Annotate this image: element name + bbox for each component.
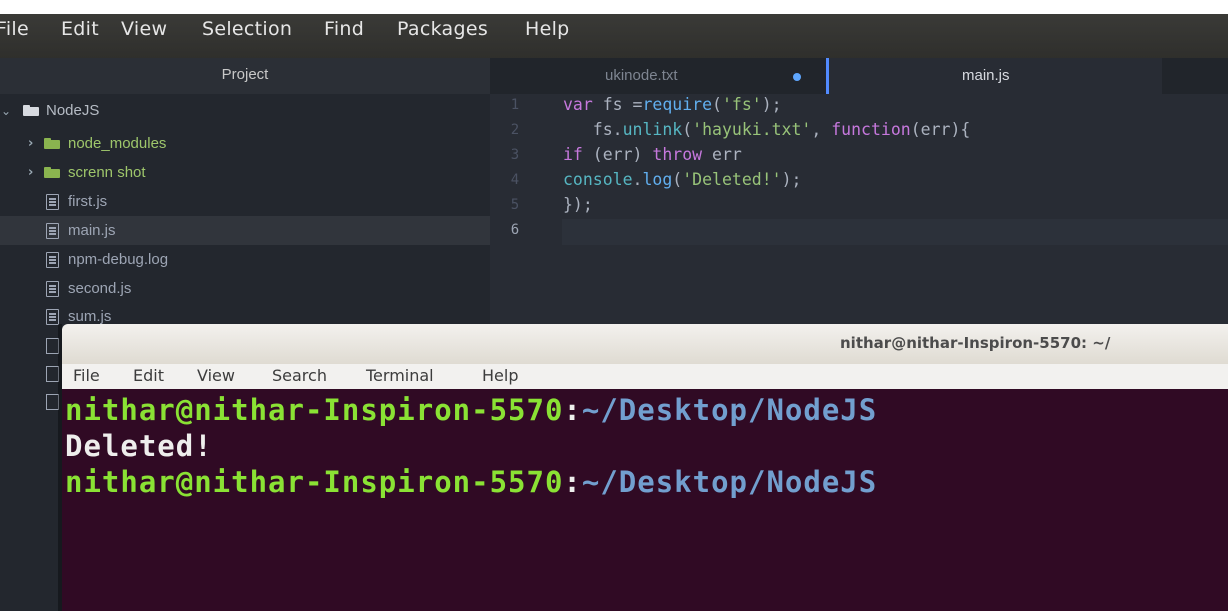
code-token: 'fs'	[721, 95, 762, 114]
chevron-right-icon: ›	[28, 136, 34, 151]
folder-icon	[23, 105, 39, 116]
tree-item-label: first.js	[68, 193, 108, 210]
code-line-2: fs.unlink('hayuki.txt', function(err){	[563, 120, 971, 139]
terminal-token: Deleted!	[65, 429, 213, 463]
menu-view[interactable]: View	[121, 18, 167, 40]
tree-item-label: npm-debug.log	[68, 251, 169, 268]
code-token: );	[761, 95, 782, 114]
code-token: (err)	[582, 145, 653, 164]
file-icon	[46, 223, 59, 239]
tree-item-npm-debug[interactable]: npm-debug.log	[0, 245, 490, 274]
file-icon	[46, 252, 59, 268]
code-line-5: });	[563, 195, 593, 214]
tree-item-main-js[interactable]: main.js	[0, 216, 490, 245]
tree-root-label: NodeJS	[46, 102, 100, 119]
modified-dot-icon	[793, 73, 801, 81]
tree-header-label: Project	[221, 66, 269, 83]
code-token: fs =	[592, 95, 643, 114]
code-token: fs.	[563, 120, 623, 139]
terminal-title: nithar@nithar-Inspiron-5570: ~/	[840, 334, 1111, 352]
tree-item-label: screnn shot	[68, 164, 146, 181]
code-token: if	[563, 145, 583, 164]
chevron-down-icon: ⌄	[1, 104, 12, 118]
line-number: 1	[510, 97, 520, 113]
code-token: unlink	[622, 120, 683, 139]
terminal-token: ~/Desktop/NodeJS	[581, 393, 878, 427]
folder-icon	[44, 167, 60, 178]
file-icon	[46, 309, 59, 325]
folder-icon	[44, 138, 60, 149]
code-token: });	[563, 195, 593, 214]
terminal-token: ~/Desktop/NodeJS	[581, 465, 878, 499]
atom-menubar	[0, 14, 1228, 58]
menu-edit[interactable]: Edit	[61, 18, 99, 40]
tree-item-label: main.js	[68, 222, 116, 239]
code-token: throw	[652, 145, 703, 164]
code-token: console	[563, 170, 633, 189]
terminal-menu-help[interactable]: Help	[482, 366, 518, 385]
cursor-line	[562, 219, 1228, 245]
line-number: 4	[510, 172, 520, 188]
line-number: 3	[510, 147, 520, 163]
tree-item-node-modules[interactable]: › node_modules	[0, 129, 490, 158]
terminal-output-line: Deleted!	[65, 429, 213, 463]
terminal-menu-search[interactable]: Search	[272, 366, 327, 385]
menu-help[interactable]: Help	[525, 18, 570, 40]
terminal-menubar	[62, 364, 1228, 389]
code-line-3: if (err) throw err	[563, 145, 742, 164]
terminal-menu-file[interactable]: File	[73, 366, 100, 385]
line-number: 2	[510, 122, 520, 138]
menu-file[interactable]: File	[0, 18, 29, 40]
menu-find[interactable]: Find	[324, 18, 364, 40]
tree-item-label: second.js	[68, 280, 132, 297]
code-token: (	[682, 120, 693, 139]
code-token: (err){	[910, 120, 971, 139]
code-token: );	[781, 170, 802, 189]
line-number: 6	[510, 222, 520, 238]
menu-selection[interactable]: Selection	[202, 18, 292, 40]
chevron-right-icon: ›	[28, 165, 34, 180]
top-strip	[0, 0, 1228, 14]
terminal-prompt-line: nithar@nithar-Inspiron-5570:~/Desktop/No…	[65, 393, 877, 427]
line-number: 5	[510, 197, 520, 213]
active-tab-indicator	[826, 58, 829, 94]
terminal-token: nithar@nithar-Inspiron-5570	[65, 465, 564, 499]
code-token: ,	[811, 120, 832, 139]
terminal-token: :	[563, 393, 582, 427]
code-line-4: console.log('Deleted!');	[563, 170, 801, 189]
code-token: (	[712, 95, 722, 114]
tree-item-label: sum.js	[68, 308, 112, 325]
code-token: (	[672, 170, 683, 189]
tree-item-label: node_modules	[68, 135, 167, 152]
terminal-token: nithar@nithar-Inspiron-5570	[65, 393, 564, 427]
tree-item-screnn-shot[interactable]: › screnn shot	[0, 158, 490, 187]
code-token: err	[702, 145, 742, 164]
file-icon	[46, 194, 59, 210]
code-token: 'hayuki.txt'	[692, 120, 812, 139]
file-icon	[46, 281, 59, 297]
code-token: function	[831, 120, 911, 139]
terminal-menu-terminal[interactable]: Terminal	[366, 366, 434, 385]
code-token: log	[642, 170, 673, 189]
code-token: var	[563, 95, 593, 114]
tree-item-first-js[interactable]: first.js	[0, 187, 490, 216]
code-token: .	[632, 170, 643, 189]
terminal-prompt-line: nithar@nithar-Inspiron-5570:~/Desktop/No…	[65, 465, 877, 499]
tab-label[interactable]: main.js	[962, 67, 1010, 84]
tab-label[interactable]: ukinode.txt	[605, 67, 678, 84]
code-line-1: var fs =require('fs');	[563, 95, 782, 114]
tree-root[interactable]: ⌄ NodeJS	[0, 96, 490, 125]
terminal-token: :	[563, 465, 582, 499]
tree-item-second-js[interactable]: second.js	[0, 274, 490, 303]
terminal-menu-view[interactable]: View	[197, 366, 235, 385]
menu-packages[interactable]: Packages	[397, 18, 488, 40]
code-token: 'Deleted!'	[682, 170, 782, 189]
code-token: require	[642, 95, 713, 114]
terminal-menu-edit[interactable]: Edit	[133, 366, 164, 385]
